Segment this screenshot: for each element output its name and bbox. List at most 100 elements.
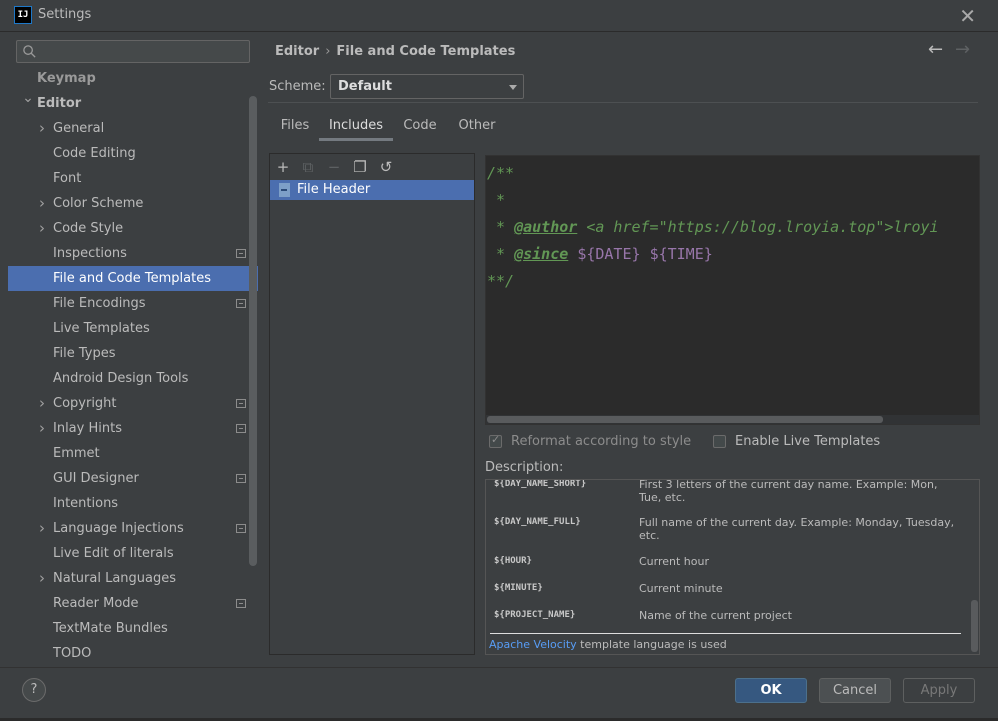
velocity-note: Apache Velocity template language is use… [489, 638, 727, 651]
sidebar-item-gui-designer[interactable]: GUI Designer [8, 466, 258, 491]
ok-button[interactable]: OK [735, 678, 807, 703]
sidebar-item-label: Live Templates [53, 321, 150, 336]
add-icon[interactable]: + [273, 157, 293, 177]
live-templates-label: Enable Live Templates [735, 434, 881, 449]
template-name: File Header [297, 182, 371, 197]
sidebar-item-inlay-hints[interactable]: › Inlay Hints [8, 416, 258, 441]
divider [268, 102, 978, 103]
variable-name: ${HOUR} [494, 556, 532, 566]
sidebar-item-file-and-code-templates[interactable]: File and Code Templates [8, 266, 258, 291]
sidebar-item-live-templates[interactable]: Live Templates [8, 316, 258, 341]
code-line: * @author <a href="https://blog.lroyia.t… [487, 214, 939, 241]
sidebar-item-font[interactable]: Font [8, 166, 258, 191]
search-icon [23, 45, 36, 58]
settings-tree: Keymap ⌄ Editor › General Code Editing Font › Co… [8, 69, 258, 667]
sidebar-item-todo[interactable]: TODO [8, 641, 258, 666]
copy-template-icon[interactable]: ⧉ [298, 157, 318, 177]
intellij-app-icon: IJ [14, 6, 32, 24]
chevron-right-icon[interactable]: › [36, 566, 48, 591]
window-title: Settings [38, 7, 92, 22]
editor-horizontal-scrollbar[interactable] [486, 415, 979, 424]
javadoc-tag: @since [514, 245, 569, 263]
sidebar-item-file-encodings[interactable]: File Encodings [8, 291, 258, 316]
template-editor[interactable]: /** * * @author <a href="https://blog.lr… [485, 155, 980, 425]
template-variable: ${TIME} [649, 245, 713, 263]
variable-description: Full name of the current day. Example: M… [639, 516, 955, 542]
close-icon[interactable]: ✕ [959, 4, 976, 28]
chevron-right-icon[interactable]: › [36, 416, 48, 441]
cancel-button[interactable]: Cancel [819, 678, 891, 703]
description-label: Description: [485, 460, 564, 475]
chevron-right-icon[interactable]: › [36, 516, 48, 541]
settings-search[interactable] [16, 40, 250, 63]
project-scope-icon [236, 249, 246, 258]
sidebar-item-keymap[interactable]: Keymap [8, 69, 258, 91]
chevron-right-icon[interactable]: › [36, 391, 48, 416]
reformat-label: Reformat according to style [511, 434, 692, 449]
apache-velocity-link[interactable]: Apache Velocity [489, 638, 577, 651]
sidebar-item-copyright[interactable]: › Copyright [8, 391, 258, 416]
chevron-right-icon[interactable]: › [36, 216, 48, 241]
remove-icon[interactable]: − [324, 157, 344, 177]
code-comment [641, 245, 650, 263]
sidebar-item-android-design-tools[interactable]: Android Design Tools [8, 366, 258, 391]
tab-files[interactable]: Files [270, 113, 320, 141]
chevron-right-icon[interactable]: › [36, 116, 48, 141]
sidebar-item-label: Keymap [37, 71, 96, 86]
list-item-file-header[interactable]: File Header [270, 180, 474, 200]
code-comment: * [487, 218, 515, 236]
sidebar-item-language-injections[interactable]: › Language Injections [8, 516, 258, 541]
sidebar-item-textmate-bundles[interactable]: TextMate Bundles [8, 616, 258, 641]
breadcrumb-parent[interactable]: Editor [275, 44, 319, 59]
scrollbar-thumb[interactable] [487, 416, 883, 423]
template-toolbar: + ⧉ − ❐ ↺ [270, 154, 474, 180]
tab-code[interactable]: Code [393, 113, 447, 141]
description-panel[interactable]: ${DAY_NAME_SHORT} First 3 letters of the… [485, 479, 980, 655]
sidebar-item-live-edit-of-literals[interactable]: Live Edit of literals [8, 541, 258, 566]
sidebar-item-editor[interactable]: ⌄ Editor [8, 90, 258, 116]
sidebar-scrollbar[interactable] [249, 96, 257, 566]
sidebar-item-intentions[interactable]: Intentions [8, 491, 258, 516]
code-comment: **/ [487, 272, 515, 290]
sidebar-item-natural-languages[interactable]: › Natural Languages [8, 566, 258, 591]
sidebar-item-label: Code Style [53, 221, 124, 236]
sidebar-item-label: GUI Designer [53, 471, 139, 486]
reformat-checkbox[interactable] [489, 433, 502, 448]
help-button[interactable]: ? [22, 678, 46, 702]
tab-includes[interactable]: Includes [319, 113, 393, 141]
velocity-note-text: template language is used [576, 638, 727, 651]
code-line: * [487, 187, 939, 214]
duplicate-icon[interactable]: ❐ [350, 157, 370, 177]
code-comment: /** [487, 164, 515, 182]
chevron-down-icon[interactable]: ⌄ [22, 86, 34, 111]
template-variable: ${DATE} [577, 245, 641, 263]
back-arrow-icon[interactable]: ← [928, 39, 943, 60]
template-code[interactable]: /** * * @author <a href="https://blog.lr… [487, 160, 939, 295]
project-scope-icon [236, 424, 246, 433]
sidebar-item-code-editing[interactable]: Code Editing [8, 141, 258, 166]
sidebar-item-file-types[interactable]: File Types [8, 341, 258, 366]
sidebar-item-reader-mode[interactable]: Reader Mode [8, 591, 258, 616]
reset-icon[interactable]: ↺ [376, 157, 396, 177]
sidebar-item-general[interactable]: › General [8, 116, 258, 141]
tab-other[interactable]: Other [448, 113, 506, 141]
sidebar-item-code-style[interactable]: › Code Style [8, 216, 258, 241]
description-scrollbar[interactable] [971, 600, 978, 652]
apply-button[interactable]: Apply [903, 678, 975, 703]
chevron-right-icon[interactable]: › [36, 191, 48, 216]
project-scope-icon [236, 474, 246, 483]
variable-name: ${PROJECT_NAME} [494, 610, 576, 620]
variable-name: ${DAY_NAME_SHORT} [494, 479, 587, 489]
sidebar-item-label: Copyright [53, 396, 117, 411]
breadcrumb: Editor › File and Code Templates [275, 44, 515, 59]
search-input[interactable] [41, 41, 246, 62]
variable-description: First 3 letters of the current day name.… [639, 479, 938, 504]
forward-arrow-icon[interactable]: → [955, 39, 970, 60]
sidebar-item-emmet[interactable]: Emmet [8, 441, 258, 466]
sidebar-item-inspections[interactable]: Inspections [8, 241, 258, 266]
live-templates-checkbox[interactable] [713, 435, 726, 448]
scheme-dropdown[interactable]: Default [330, 74, 524, 99]
dialog-footer: ? OK Cancel Apply [0, 667, 998, 721]
code-line: /** [487, 160, 939, 187]
sidebar-item-color-scheme[interactable]: › Color Scheme [8, 191, 258, 216]
